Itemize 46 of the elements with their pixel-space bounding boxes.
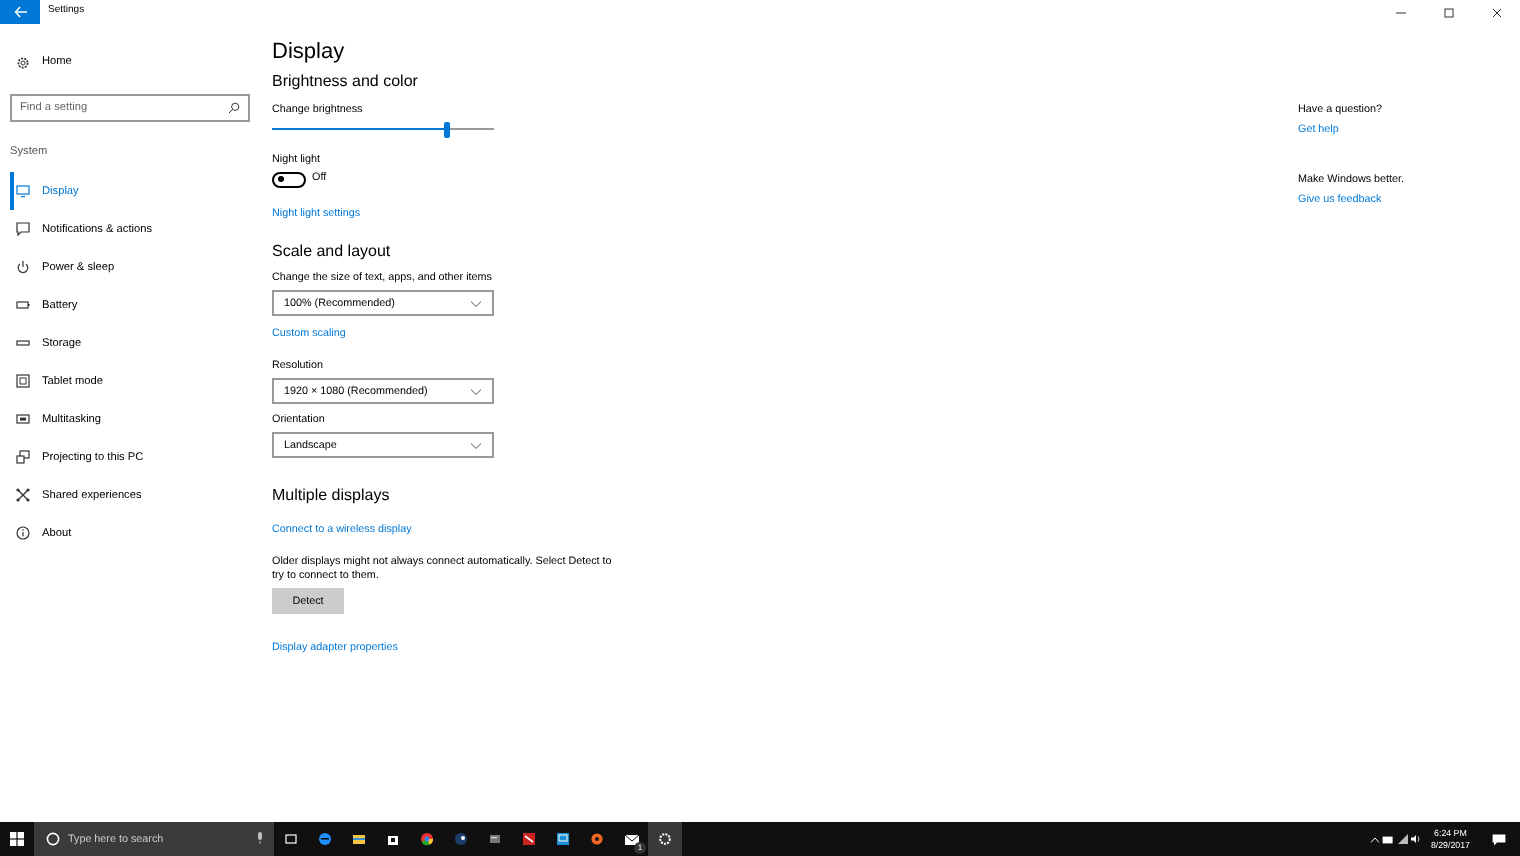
speaker-icon [1410,834,1423,844]
slider-thumb[interactable] [444,121,451,138]
search-icon [228,102,240,114]
battery-icon [16,298,30,313]
brightness-slider[interactable] [272,121,494,138]
speech-bubble-icon [16,222,30,237]
windows-stack-icon [16,412,30,427]
chevron-down-icon [470,299,482,308]
cross-arrows-icon [16,488,30,503]
projector-icon [16,450,30,465]
back-arrow-icon [13,6,27,18]
speech-bubble-icon [1492,833,1506,845]
envelope-icon [623,833,639,845]
folder-icon [352,832,366,846]
section-heading: Brightness and color [272,72,420,92]
windows-logo-icon [10,832,24,846]
section-heading: Multiple displays [272,486,392,507]
page-title: Display [272,40,347,67]
ring-icon [590,832,604,846]
maximize-icon [1443,7,1453,17]
slash-tile-icon [522,832,536,846]
minimize-icon [1395,7,1405,17]
shopping-bag-icon [386,832,400,846]
back-button[interactable] [0,0,40,24]
circle-icon [46,832,60,846]
monitor-tile-icon [556,832,570,846]
drive-icon [16,336,30,351]
chevron-up-icon [1369,835,1380,843]
gear-icon [16,56,30,70]
wifi-icon [1397,834,1408,844]
monitor-icon [16,184,30,199]
taskbar-app[interactable] [648,822,682,856]
power-icon [16,260,30,275]
battery-icon [1382,835,1395,843]
browser-icon [318,832,332,846]
gear-icon [658,832,672,846]
close-icon [1491,7,1501,17]
chevron-down-icon [470,387,482,396]
info-icon [16,526,30,541]
app-window-icon [488,832,502,846]
toggle-switch[interactable] [272,171,306,188]
tablet-icon [16,374,30,389]
microphone-icon [256,832,264,844]
section-heading: Scale and layout [272,241,393,261]
chevron-down-icon [470,441,482,450]
task-view-icon [284,832,298,846]
